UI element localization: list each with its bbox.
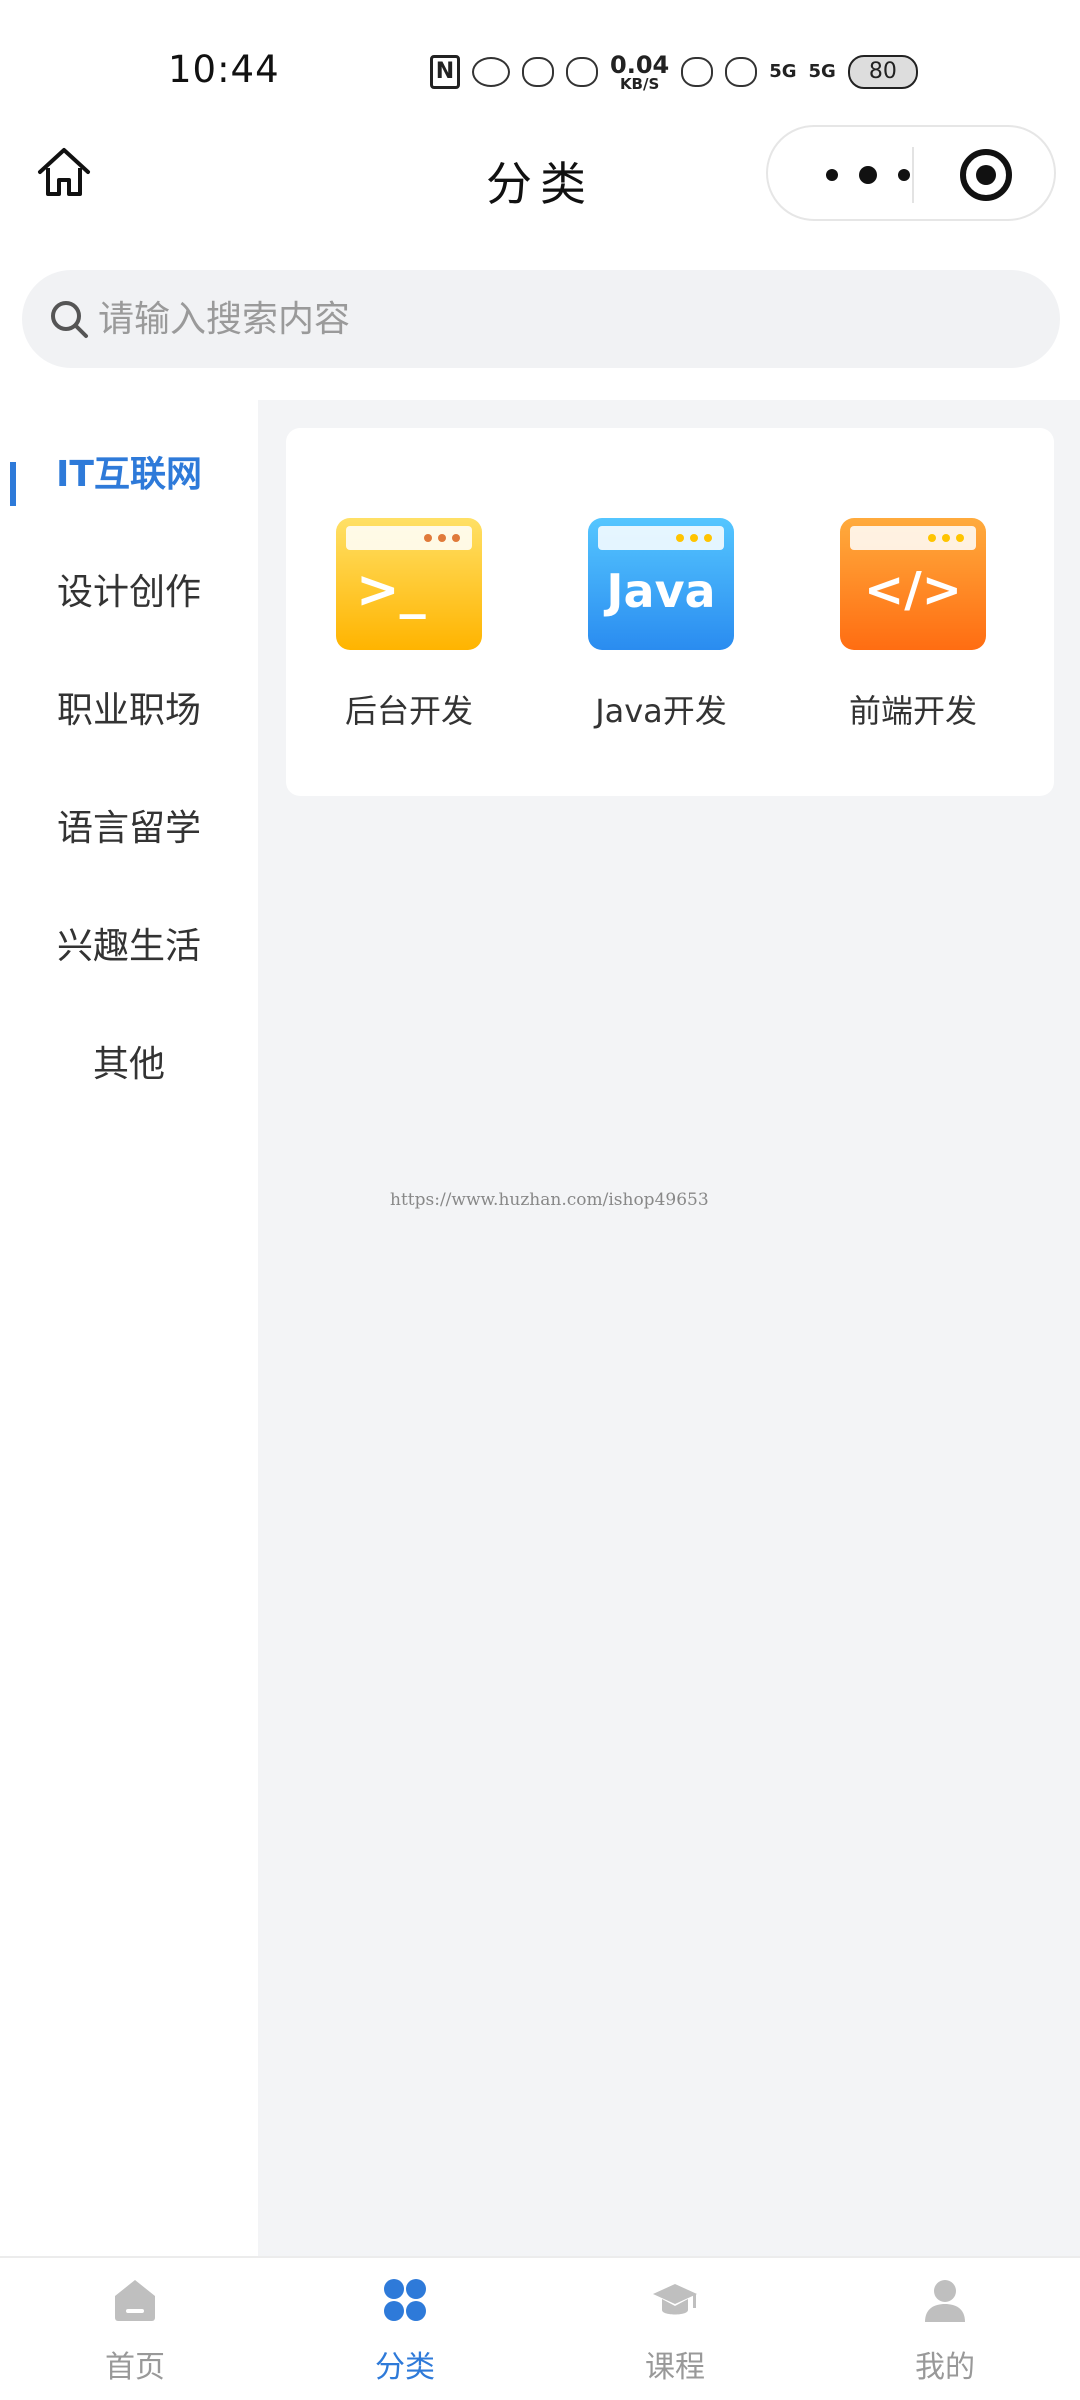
capsule-divider	[912, 147, 914, 203]
code-icon: </>	[840, 518, 986, 650]
sidebar-item-label: IT互联网	[56, 454, 202, 495]
more-icon[interactable]	[818, 161, 918, 189]
status-icons: N 0.04 KB/S 5G 5G 80	[430, 50, 918, 94]
status-bar: 10:44 N 0.04 KB/S 5G 5G 80	[0, 0, 1080, 130]
close-target-icon[interactable]	[960, 149, 1012, 201]
category-sidebar: IT互联网 设计创作 职业职场 语言留学 兴趣生活 其他	[0, 400, 258, 2256]
subcategory-label: 前端开发	[848, 692, 977, 730]
graduation-cap-icon	[653, 2284, 697, 2315]
hd-icon	[681, 57, 714, 87]
terminal-icon: >_	[336, 518, 482, 650]
search-icon	[51, 301, 88, 338]
tab-label: 我的	[915, 2350, 975, 2385]
code-glyph: </>	[864, 562, 962, 618]
search-bar[interactable]	[22, 270, 1060, 368]
tab-label: 课程	[645, 2350, 705, 2385]
watermark-text: https://www.huzhan.com/ishop49653	[390, 1190, 709, 1210]
nfc-icon: N	[430, 55, 460, 89]
sticker-face-icon	[472, 57, 510, 87]
user-icon	[925, 2280, 965, 2322]
subcategory-card: >_ 后台开发 Java Java开发 </> 前端开发	[286, 428, 1054, 796]
mini-program-capsule	[766, 125, 1056, 221]
subcategory-java[interactable]: Java Java开发	[538, 518, 758, 758]
sidebar-item-label: 兴趣生活	[56, 926, 201, 967]
sidebar-item-label: 职业职场	[56, 690, 201, 731]
sidebar-item-career[interactable]: 职业职场	[0, 648, 258, 766]
subcategory-backend[interactable]: >_ 后台开发	[286, 518, 506, 758]
wifi-icon	[725, 57, 758, 87]
tab-label: 首页	[105, 2350, 165, 2385]
category-content: >_ 后台开发 Java Java开发 </> 前端开发 https://www…	[258, 400, 1080, 2256]
tab-category[interactable]: 分类	[270, 2258, 540, 2400]
battery-icon: 80	[847, 55, 918, 89]
sidebar-item-design[interactable]: 设计创作	[0, 530, 258, 648]
bottom-tab-bar: 首页 分类 课程 我的	[0, 2256, 1080, 2400]
sidebar-item-label: 其他	[92, 1044, 165, 1085]
subcategory-label: 后台开发	[344, 692, 473, 730]
tab-label: 分类	[375, 2350, 435, 2385]
java-icon: Java	[588, 518, 734, 650]
tab-profile[interactable]: 我的	[810, 2258, 1080, 2400]
network-speed: 0.04 KB/S	[610, 50, 670, 93]
category-icon	[384, 2279, 426, 2321]
search-input[interactable]	[98, 290, 998, 348]
java-glyph: Java	[606, 564, 716, 618]
sidebar-item-label: 设计创作	[56, 572, 201, 613]
tab-home[interactable]: 首页	[0, 2258, 270, 2400]
subcategory-frontend[interactable]: </> 前端开发	[790, 518, 1010, 758]
subcategory-label: Java开发	[595, 692, 727, 730]
status-time: 10:44	[168, 48, 280, 91]
sticker-pig-icon	[522, 57, 554, 87]
flower-icon	[566, 57, 598, 87]
sidebar-item-it[interactable]: IT互联网	[0, 412, 258, 530]
terminal-glyph: >_	[356, 560, 426, 620]
sidebar-item-label: 语言留学	[56, 808, 201, 849]
sidebar-item-other[interactable]: 其他	[0, 1002, 258, 1120]
tab-courses[interactable]: 课程	[540, 2258, 810, 2400]
nav-bar: 分类	[0, 120, 1080, 240]
signal-5g-2: 5G	[808, 61, 836, 82]
sidebar-item-hobby[interactable]: 兴趣生活	[0, 884, 258, 1002]
sidebar-item-language[interactable]: 语言留学	[0, 766, 258, 884]
home-icon	[115, 2280, 155, 2321]
signal-5g-1: 5G	[769, 61, 797, 82]
